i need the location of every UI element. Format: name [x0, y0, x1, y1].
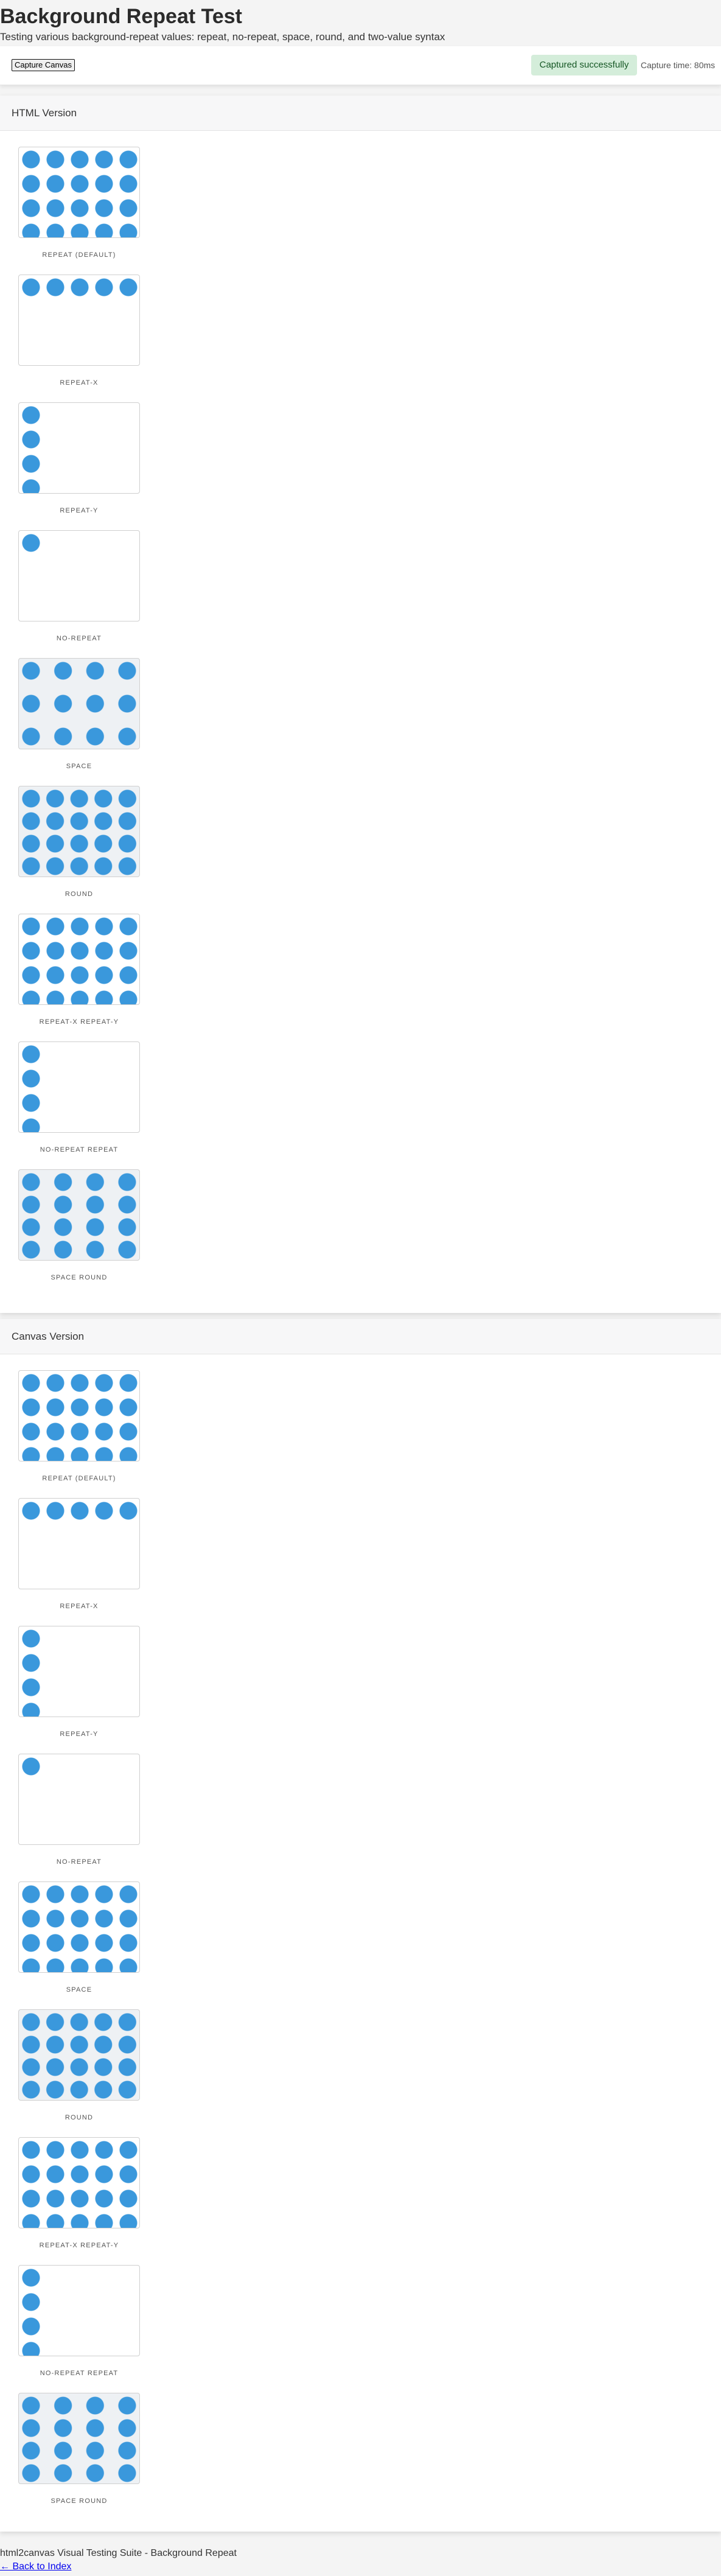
- test-label: REPEAT-X: [60, 379, 99, 387]
- repeat-x-repeat-y-test-box: [18, 914, 140, 1005]
- test-item: SPACE: [18, 658, 721, 786]
- capture-canvas-button[interactable]: Capture Canvas: [12, 59, 75, 71]
- canvas-version-section: Canvas Version REPEAT (DEFAULT) REPEAT-X…: [0, 1319, 721, 2532]
- test-item: ROUND: [18, 2009, 721, 2137]
- test-label: ROUND: [64, 891, 94, 898]
- test-label: SPACE: [66, 1986, 92, 1993]
- test-item: REPEAT-X: [18, 275, 721, 402]
- test-item: ROUND: [18, 786, 721, 914]
- repeat-x-test-box: [18, 275, 140, 366]
- no-repeat-repeat-test-box: [18, 1041, 140, 1133]
- test-item: REPEAT-Y: [18, 402, 721, 530]
- html-version-section: HTML Version REPEAT (DEFAULT) REPEAT-X R…: [0, 96, 721, 1313]
- status-badge: Captured successfully: [531, 55, 637, 75]
- test-label: NO-REPEAT REPEAT: [40, 1146, 119, 1153]
- test-item: REPEAT (DEFAULT): [18, 147, 721, 275]
- test-label: REPEAT-Y: [60, 1731, 99, 1738]
- repeat-y-test-box: [18, 402, 140, 494]
- test-item: REPEAT-X REPEAT-Y: [18, 2137, 721, 2265]
- no-repeat-repeat-test-box: [18, 2265, 140, 2356]
- test-label: SPACE ROUND: [51, 2497, 108, 2505]
- repeat-x-test-box: [18, 1498, 140, 1589]
- repeat-x-repeat-y-test-box: [18, 2137, 140, 2228]
- repeat-y-test-box: [18, 1626, 140, 1717]
- test-item: REPEAT-X REPEAT-Y: [18, 914, 721, 1041]
- test-item: SPACE: [18, 1881, 721, 2009]
- space-test-box: [18, 1881, 140, 1973]
- no-repeat-test-box: [18, 1754, 140, 1845]
- repeat-test-box: [18, 1370, 140, 1461]
- section-title: HTML Version: [0, 96, 721, 131]
- test-label: REPEAT-X: [60, 1603, 99, 1610]
- test-item: REPEAT (DEFAULT): [18, 1370, 721, 1498]
- round-test-box: [18, 786, 140, 877]
- space-round-test-box: [18, 2393, 140, 2484]
- test-item: SPACE ROUND: [18, 1169, 721, 1297]
- test-item: NO-REPEAT REPEAT: [18, 1041, 721, 1169]
- capture-time: Capture time: 80ms: [641, 60, 716, 70]
- test-item: SPACE ROUND: [18, 2393, 721, 2521]
- test-item: REPEAT-Y: [18, 1626, 721, 1754]
- test-label: NO-REPEAT: [56, 635, 102, 642]
- section-title: Canvas Version: [0, 1319, 721, 1354]
- test-label: REPEAT-X REPEAT-Y: [39, 2242, 119, 2249]
- test-item: NO-REPEAT REPEAT: [18, 2265, 721, 2393]
- test-label: SPACE ROUND: [51, 1274, 108, 1281]
- toolbar: Capture Canvas Captured successfully Cap…: [0, 46, 721, 85]
- back-to-index-link[interactable]: ← Back to Index: [0, 2560, 71, 2574]
- test-label: REPEAT-Y: [60, 507, 99, 514]
- test-label: REPEAT (DEFAULT): [42, 251, 116, 259]
- test-grid: REPEAT (DEFAULT) REPEAT-X REPEAT-Y NO-RE…: [0, 131, 721, 1297]
- test-label: REPEAT-X REPEAT-Y: [39, 1018, 119, 1026]
- space-test-box: [18, 658, 140, 749]
- test-label: SPACE: [66, 763, 92, 770]
- footer: html2canvas Visual Testing Suite - Backg…: [0, 2532, 721, 2574]
- test-item: NO-REPEAT: [18, 1754, 721, 1881]
- repeat-test-box: [18, 147, 140, 238]
- test-label: ROUND: [64, 2114, 94, 2121]
- footer-text: html2canvas Visual Testing Suite - Backg…: [0, 2548, 237, 2558]
- page-subtitle: Testing various background-repeat values…: [0, 31, 445, 43]
- test-label: NO-REPEAT: [56, 1858, 102, 1866]
- round-test-box: [18, 2009, 140, 2101]
- no-repeat-test-box: [18, 530, 140, 621]
- test-label: NO-REPEAT REPEAT: [40, 2370, 119, 2377]
- test-item: NO-REPEAT: [18, 530, 721, 658]
- test-label: REPEAT (DEFAULT): [42, 1475, 116, 1482]
- page-title: Background Repeat Test: [0, 5, 243, 28]
- test-item: REPEAT-X: [18, 1498, 721, 1626]
- space-round-test-box: [18, 1169, 140, 1261]
- test-grid: REPEAT (DEFAULT) REPEAT-X REPEAT-Y NO-RE…: [0, 1354, 721, 2521]
